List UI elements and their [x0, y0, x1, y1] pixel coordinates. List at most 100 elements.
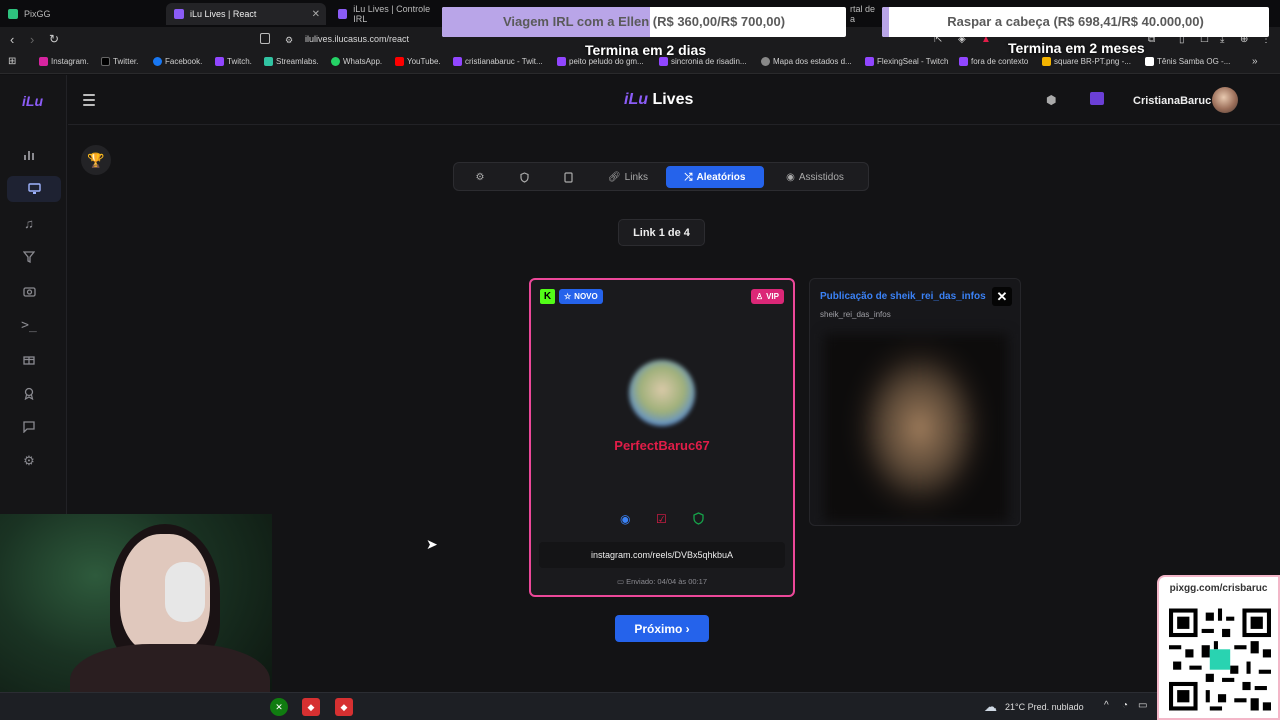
tab-links[interactable]: 🔗︎ Links — [598, 166, 658, 188]
link-card: K ☆ NOVO ♙ VIP PerfectBaruc67 ◉ ☑ instagra… — [529, 278, 795, 597]
tab-title: PixGG — [24, 9, 51, 19]
bookmark-instagram[interactable]: Instagram. — [39, 57, 89, 66]
bookmark-tenis[interactable]: Tênis Samba OG -... — [1145, 57, 1230, 66]
globe-icon — [761, 57, 770, 66]
xbox-icon[interactable]: ✕ — [270, 698, 288, 716]
bookmark-fora-de-contexto[interactable]: fora de contexto — [959, 57, 1028, 66]
bookmark-square[interactable]: square BR-PT.png -... — [1042, 57, 1131, 66]
site-settings-icon[interactable]: ⚙ — [285, 35, 293, 46]
monitor-icon[interactable] — [7, 176, 61, 202]
award-icon[interactable] — [18, 382, 40, 404]
tab-assistidos[interactable]: ◉ Assistidos — [772, 166, 858, 188]
kick-icon: K — [540, 289, 555, 304]
stats-icon[interactable] — [18, 144, 40, 166]
twitch-icon — [453, 57, 462, 66]
taskbar: ✕ ◆ ◆ ☁ 21°C Pred. nublado ^ ◔ ▭ — [0, 692, 1280, 720]
tab-title: iLu Lives | React — [190, 9, 257, 19]
bookmark-whatsapp[interactable]: WhatsApp. — [331, 57, 382, 66]
tablet-icon — [563, 171, 573, 183]
qr-code — [1169, 608, 1271, 711]
bookmark-youtube[interactable]: YouTube. — [395, 57, 441, 66]
trophy-icon[interactable]: 🏆 — [81, 145, 111, 175]
hamburger-menu-icon[interactable] — [83, 94, 95, 109]
goal-text: Viagem IRL com a Ellen (R$ 360,00/R$ 700… — [502, 14, 786, 29]
bookmark-icon[interactable] — [260, 33, 270, 44]
new-badge: ☆ NOVO — [559, 289, 603, 304]
award-icon: ♙ — [755, 292, 764, 301]
settings-icon[interactable]: ⚙ — [18, 450, 40, 472]
shield-icon[interactable] — [693, 512, 704, 528]
close-icon[interactable]: ✕ — [992, 287, 1012, 306]
more-bookmarks-icon[interactable]: » — [1252, 56, 1258, 67]
youtube-icon — [395, 57, 404, 66]
chat-icon[interactable] — [18, 416, 40, 438]
tab-tablet[interactable] — [554, 166, 582, 188]
filter-icon[interactable] — [18, 246, 40, 268]
avatar[interactable] — [1212, 87, 1238, 113]
drive-icon — [1042, 57, 1051, 66]
music-icon[interactable]: ♫ — [18, 212, 40, 234]
goal-text: Raspar a cabeça (R$ 698,41/R$ 40.000,00) — [947, 14, 1204, 29]
bookmark-flexingseal[interactable]: FlexingSeal - Twitch — [865, 57, 948, 66]
reload-icon[interactable]: ↻ — [49, 32, 59, 46]
tab-title: rtal de a — [850, 4, 876, 24]
tab-settings[interactable]: ⚙ — [466, 166, 494, 188]
tab-shield[interactable] — [510, 166, 538, 188]
sender-avatar — [629, 360, 695, 426]
cloud-icon: ☁ — [984, 699, 997, 714]
forward-arrow-icon[interactable]: › — [30, 32, 34, 47]
gift-icon[interactable] — [18, 348, 40, 370]
bookmark-facebook[interactable]: Facebook. — [153, 57, 202, 66]
twitch-icon — [215, 57, 224, 66]
bookmark-twitch[interactable]: Twitch. — [215, 57, 252, 66]
url-field[interactable]: ilulives.ilucasus.com/react — [305, 34, 409, 44]
next-button[interactable]: Próximo › — [615, 615, 709, 642]
bookmark-twitch-cristiana[interactable]: cristianabaruc - Twit... — [453, 57, 543, 66]
app-icon[interactable]: ◆ — [335, 698, 353, 716]
browser-tab-controle[interactable]: iLu Lives | Controle IRL — [330, 3, 440, 25]
twitch-icon — [659, 57, 668, 66]
link-icon: 🔗︎ — [607, 171, 621, 183]
close-tab-icon[interactable]: ✕ — [312, 9, 320, 20]
bookmark-peito[interactable]: peito peludo do gm... — [557, 57, 644, 66]
goal-bar-viagem: Viagem IRL com a Ellen (R$ 360,00/R$ 700… — [442, 7, 846, 37]
apps-grid-icon[interactable]: ⊞ — [8, 56, 16, 67]
x-icon — [101, 57, 110, 66]
camera-icon[interactable] — [18, 280, 40, 302]
tab-aleatorios[interactable]: ⤮ Aleatórios — [666, 166, 764, 188]
browser-tab-react[interactable]: iLu Lives | React ✕ — [166, 3, 326, 25]
app-icon[interactable]: ◆ — [302, 698, 320, 716]
bookmark-mapa[interactable]: Mapa dos estados d... — [761, 57, 852, 66]
gear-icon: ⚙ — [475, 171, 485, 183]
pixgg-favicon-icon — [8, 9, 18, 19]
username[interactable]: CristianaBaruc — [1133, 95, 1211, 107]
link-counter: Link 1 de 4 — [618, 219, 705, 246]
display-icon[interactable]: ▭ — [1138, 700, 1147, 711]
cube-icon[interactable]: ⬢ — [1046, 93, 1056, 107]
eye-icon: ◉ — [786, 171, 795, 183]
react-tabs: ⚙ 🔗︎ Links ⤮ Aleatórios ◉ Assistidos — [453, 162, 869, 191]
preview-title[interactable]: Publicação de sheik_rei_das_infos — [820, 291, 986, 302]
link-url[interactable]: instagram.com/reels/DVBx5qhkbuA — [539, 542, 785, 568]
instagram-icon — [39, 57, 48, 66]
view-eye-icon[interactable]: ◉ — [620, 512, 630, 526]
twitch-icon — [959, 57, 968, 66]
wifi-icon[interactable]: ◔ — [1122, 700, 1128, 711]
bookmark-streamlabs[interactable]: Streamlabs. — [264, 57, 319, 66]
chevron-up-icon[interactable]: ^ — [1104, 700, 1109, 711]
weather-text[interactable]: 21°C Pred. nublado — [1005, 702, 1084, 712]
twitch-icon — [557, 57, 566, 66]
twitch-icon — [865, 57, 874, 66]
terminal-icon[interactable]: >_ — [18, 314, 40, 336]
mark-checked-icon[interactable]: ☑ — [656, 512, 667, 526]
browser-tab-portal[interactable]: rtal de a — [842, 3, 882, 25]
bookmark-sincronia[interactable]: sincronia de risadin... — [659, 57, 747, 66]
back-arrow-icon[interactable]: ‹ — [10, 32, 14, 47]
brand-logo[interactable]: iLu — [22, 93, 43, 109]
app-header: iLu Lives ⬢ CristianaBaruc — [68, 75, 1280, 125]
twitch-icon[interactable] — [1090, 92, 1104, 105]
whatsapp-icon — [331, 57, 340, 66]
browser-tab-pixgg[interactable]: PixGG — [0, 3, 165, 25]
brand-title: iLu Lives — [624, 91, 694, 108]
bookmark-twitter[interactable]: Twitter. — [101, 57, 138, 66]
